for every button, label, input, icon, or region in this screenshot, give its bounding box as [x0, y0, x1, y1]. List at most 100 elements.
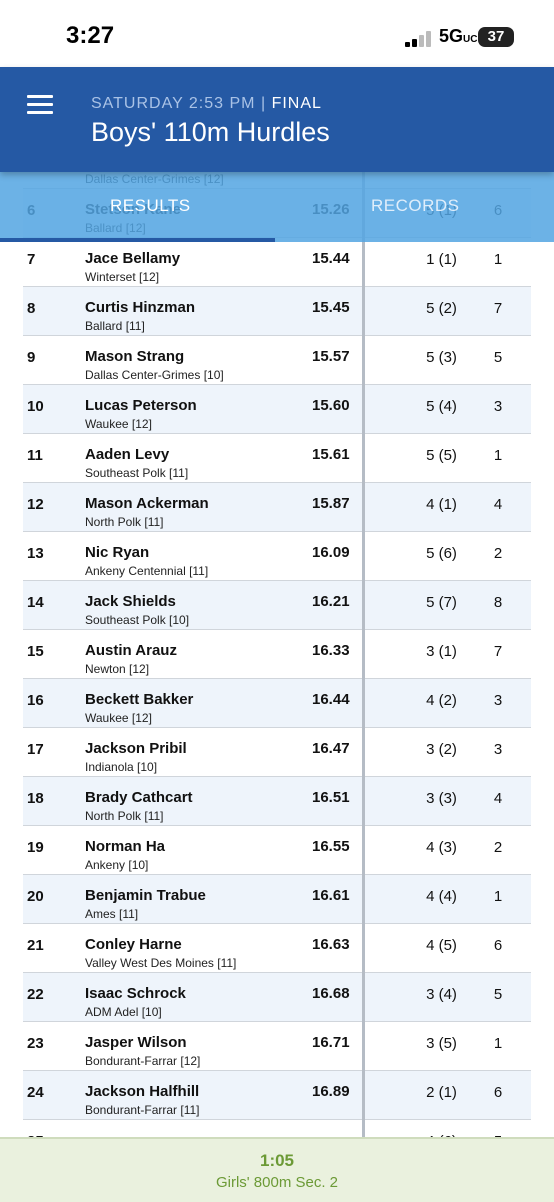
heat-cell: 4 (3) [426, 839, 457, 856]
results-list: 5Darren WalkerDallas Center-Grimes [12]1… [23, 140, 531, 1169]
place-cell: 15 [27, 643, 44, 660]
result-row[interactable]: 12 Mason Ackerman North Polk [11] 15.87 4 (1… [23, 483, 531, 532]
lane-cell: 5 [493, 349, 503, 366]
signal-icon [405, 31, 433, 47]
result-mark: 15.57 [312, 348, 350, 365]
athlete-name: Conley Harne [85, 936, 182, 953]
result-row[interactable]: 10 Lucas Peterson Waukee [12] 15.60 5 (4) 3 [23, 385, 531, 434]
athlete-school: Ames [11] [85, 907, 139, 921]
tab-results[interactable]: RESULTS [110, 196, 191, 216]
athlete-school: Dallas Center-Grimes [10] [85, 368, 224, 382]
result-mark: 16.61 [312, 887, 350, 904]
athlete-name: Jackson Pribil [85, 740, 187, 757]
result-row[interactable]: 23 Jasper Wilson Bondurant-Farrar [12] 16.7… [23, 1022, 531, 1071]
result-row[interactable]: 7 Jace Bellamy Winterset [12] 15.44 1 (1) 1 [23, 238, 531, 287]
result-mark: 15.87 [312, 495, 350, 512]
result-row[interactable]: 22 Isaac Schrock ADM Adel [10] 16.68 3 (4) 5 [23, 973, 531, 1022]
lane-cell: 8 [493, 594, 503, 611]
result-row[interactable]: 16 Beckett Bakker Waukee [12] 16.44 4 (2) 3 [23, 679, 531, 728]
result-row[interactable]: 15 Austin Arauz Newton [12] 16.33 3 (1) 7 [23, 630, 531, 679]
athlete-name: Nic Ryan [85, 544, 150, 561]
result-mark: 16.68 [312, 985, 350, 1002]
place-cell: 14 [27, 594, 44, 611]
athlete-name: Austin Arauz [85, 642, 177, 659]
athlete-school: Newton [12] [85, 662, 150, 676]
tab-bar: RESULTS RECORDS [0, 172, 554, 242]
place-cell: 22 [27, 986, 44, 1003]
place-cell: 12 [27, 496, 44, 513]
place-cell: 23 [27, 1035, 44, 1052]
result-row[interactable]: 17 Jackson Pribil Indianola [10] 16.47 3 (2)… [23, 728, 531, 777]
lane-cell: 1 [493, 888, 503, 905]
result-mark: 15.61 [312, 446, 350, 463]
heat-cell: 4 (5) [426, 937, 457, 954]
lane-cell: 1 [493, 1035, 503, 1052]
result-mark: 16.47 [312, 740, 350, 757]
athlete-school: Ankeny Centennial [11] [85, 564, 209, 578]
place-cell: 9 [27, 349, 36, 366]
athlete-name: Lucas Peterson [85, 397, 197, 414]
result-row[interactable]: 19 Norman Ha Ankeny [10] 16.55 4 (3) 2 [23, 826, 531, 875]
heat-cell: 4 (1) [426, 496, 457, 513]
athlete-name: Benjamin Trabue [85, 887, 206, 904]
next-event-bar[interactable]: 1:05 Girls' 800m Sec. 2 [0, 1137, 554, 1202]
menu-icon[interactable] [27, 95, 53, 115]
athlete-name: Mason Ackerman [85, 495, 209, 512]
heat-cell: 5 (5) [426, 447, 457, 464]
athlete-name: Jack Shields [85, 593, 176, 610]
athlete-name: Aaden Levy [85, 446, 170, 463]
athlete-school: Winterset [12] [85, 270, 160, 284]
result-row[interactable]: 8 Curtis Hinzman Ballard [11] 15.45 5 (2) 7 [23, 287, 531, 336]
athlete-school: Waukee [12] [85, 711, 152, 725]
subtitle-separator: | [260, 95, 267, 112]
athlete-name: Jace Bellamy [85, 250, 181, 267]
athlete-school: Southeast Polk [11] [85, 466, 189, 480]
result-row[interactable]: 11 Aaden Levy Southeast Polk [11] 15.61 5 (5… [23, 434, 531, 483]
lane-cell: 1 [493, 447, 503, 464]
lane-cell: 6 [493, 937, 503, 954]
place-cell: 8 [27, 300, 36, 317]
heat-cell: 3 (5) [426, 1035, 457, 1052]
place-cell: 20 [27, 888, 44, 905]
lane-cell: 7 [493, 643, 503, 660]
lane-cell: 3 [493, 692, 503, 709]
athlete-school: Valley West Des Moines [11] [85, 956, 237, 970]
event-status: FINAL [271, 95, 322, 112]
place-cell: 21 [27, 937, 44, 954]
next-event-name: Girls' 800m Sec. 2 [215, 1174, 339, 1191]
heat-cell: 5 (3) [426, 349, 457, 366]
result-row[interactable]: 24 Jackson Halfhill Bondurant-Farrar [11] 1… [23, 1071, 531, 1120]
athlete-school: Southeast Polk [10] [85, 613, 190, 627]
athlete-school: North Polk [11] [85, 809, 164, 823]
lane-cell: 3 [493, 741, 503, 758]
event-subtitle: SATURDAY 2:53 PM | FINAL [91, 95, 322, 113]
place-cell: 19 [27, 839, 44, 856]
result-row[interactable]: 13 Nic Ryan Ankeny Centennial [11] 16.09 5 (… [23, 532, 531, 581]
place-cell: 18 [27, 790, 44, 807]
app-header: SATURDAY 2:53 PM | FINAL Boys' 110m Hurd… [0, 67, 554, 172]
lane-cell: 3 [493, 398, 503, 415]
result-mark: 15.60 [312, 397, 350, 414]
place-cell: 10 [27, 398, 44, 415]
place-cell: 16 [27, 692, 44, 709]
heat-cell: 5 (4) [426, 398, 457, 415]
result-row[interactable]: 9 Mason Strang Dallas Center-Grimes [10] 15… [23, 336, 531, 385]
result-mark: 16.89 [312, 1083, 350, 1100]
tab-records[interactable]: RECORDS [371, 196, 460, 216]
column-divider [362, 172, 365, 1137]
result-row[interactable]: 20 Benjamin Trabue Ames [11] 16.61 4 (4) 1 [23, 875, 531, 924]
heat-cell: 5 (6) [426, 545, 457, 562]
event-title: Boys' 110m Hurdles [91, 117, 330, 147]
result-mark: 16.44 [312, 691, 350, 708]
heat-cell: 1 (1) [426, 251, 457, 268]
result-row[interactable]: 14 Jack Shields Southeast Polk [10] 16.21 5 … [23, 581, 531, 630]
result-row[interactable]: 18 Brady Cathcart North Polk [11] 16.51 3 (3… [23, 777, 531, 826]
status-time: 3:27 [66, 22, 115, 49]
athlete-school: North Polk [11] [85, 515, 164, 529]
athlete-school: Bondurant-Farrar [12] [85, 1054, 201, 1068]
result-mark: 16.33 [312, 642, 350, 659]
heat-cell: 5 (2) [426, 300, 457, 317]
result-row[interactable]: 21 Conley Harne Valley West Des Moines [11… [23, 924, 531, 973]
athlete-name: Jackson Halfhill [85, 1083, 200, 1100]
result-mark: 16.71 [312, 1034, 350, 1051]
